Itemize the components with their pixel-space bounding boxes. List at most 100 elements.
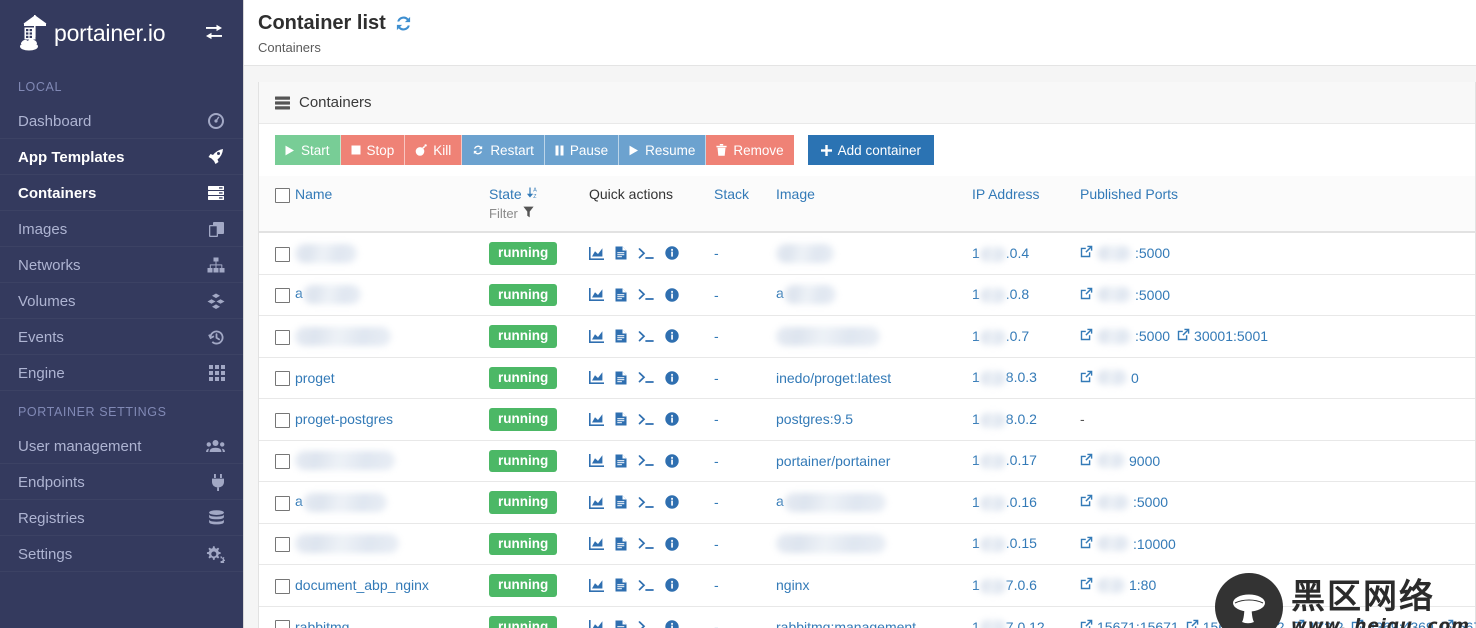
image-cell[interactable]: postgres:9.5 bbox=[776, 398, 972, 441]
row-checkbox[interactable] bbox=[275, 537, 290, 553]
logs-file-icon[interactable] bbox=[615, 288, 627, 302]
console-prompt-icon[interactable] bbox=[638, 496, 654, 509]
table-row[interactable]: running - portainer/portainer 1 .0.17 9000 bbox=[259, 440, 1475, 483]
stop-button[interactable]: Stop bbox=[340, 135, 406, 165]
name-cell[interactable] bbox=[295, 523, 489, 566]
image-cell[interactable]: nginx bbox=[776, 564, 972, 607]
published-port-link[interactable]: :10000 bbox=[1080, 536, 1176, 552]
add-container-button[interactable]: Add container bbox=[807, 135, 934, 165]
sidebar-item-dashboard[interactable]: Dashboard bbox=[0, 103, 243, 139]
image-name[interactable]: portainer/portainer bbox=[776, 453, 890, 469]
logs-file-icon[interactable] bbox=[615, 454, 627, 468]
table-row[interactable]: a running - a 1.0.16:5000 bbox=[259, 481, 1475, 524]
inspect-info-icon[interactable] bbox=[665, 412, 679, 427]
column-header-stack[interactable]: Stack bbox=[714, 176, 776, 233]
row-checkbox[interactable] bbox=[275, 620, 290, 628]
inspect-info-icon[interactable] bbox=[665, 454, 679, 468]
pause-button[interactable]: Pause bbox=[544, 135, 620, 165]
name-cell[interactable]: a bbox=[295, 481, 489, 524]
refresh-icon[interactable] bbox=[394, 14, 413, 33]
restart-button[interactable]: Restart bbox=[462, 135, 545, 165]
sidebar-item-images[interactable]: Images bbox=[0, 211, 243, 247]
image-cell[interactable]: rabbitmq:management bbox=[776, 606, 972, 628]
published-port-link[interactable]: 30001:5001 bbox=[1177, 328, 1268, 344]
published-port-link[interactable]: 5671:56 bbox=[1441, 619, 1476, 628]
published-port-link[interactable]: :5000 bbox=[1080, 494, 1168, 510]
stats-chart-icon[interactable] bbox=[589, 620, 604, 628]
stats-chart-icon[interactable] bbox=[589, 371, 604, 385]
image-cell[interactable]: portainer/portainer bbox=[776, 440, 972, 483]
sidebar-item-user-management[interactable]: User management bbox=[0, 428, 243, 464]
image-name[interactable]: postgres:9.5 bbox=[776, 411, 853, 427]
container-name[interactable]: proget-postgres bbox=[295, 411, 393, 427]
row-checkbox[interactable] bbox=[275, 454, 290, 470]
console-prompt-icon[interactable] bbox=[638, 247, 654, 260]
logs-file-icon[interactable] bbox=[615, 329, 627, 343]
inspect-info-icon[interactable] bbox=[665, 620, 679, 628]
inspect-info-icon[interactable] bbox=[665, 371, 679, 385]
inspect-info-icon[interactable] bbox=[665, 537, 679, 551]
published-port-link[interactable]: 0 bbox=[1080, 370, 1139, 386]
published-port-link[interactable]: 4369:4369 bbox=[1351, 619, 1434, 628]
image-cell[interactable]: inedo/proget:latest bbox=[776, 357, 972, 400]
logs-file-icon[interactable] bbox=[615, 495, 627, 509]
image-name[interactable]: inedo/proget:latest bbox=[776, 370, 891, 386]
stats-chart-icon[interactable] bbox=[589, 454, 604, 468]
published-port-link[interactable]: 15671:15671 bbox=[1080, 619, 1179, 628]
endpoint-switch-icon[interactable] bbox=[203, 22, 225, 44]
row-checkbox[interactable] bbox=[275, 578, 290, 594]
inspect-info-icon[interactable] bbox=[665, 288, 679, 302]
sidebar-item-endpoints[interactable]: Endpoints bbox=[0, 464, 243, 500]
name-cell[interactable]: a bbox=[295, 274, 489, 317]
table-row[interactable]: a running - a 1.0.8:5000 bbox=[259, 274, 1475, 317]
table-row[interactable]: rabbitmq running - rabbitmq:management 1 7.0.… bbox=[259, 606, 1476, 628]
image-cell[interactable]: a bbox=[776, 481, 972, 524]
table-row[interactable]: proget running - inedo/proget:latest 1 8.0.3 0 bbox=[259, 357, 1475, 400]
published-port-link[interactable]: 1:80 bbox=[1080, 577, 1156, 593]
name-cell[interactable]: proget-postgres bbox=[295, 398, 489, 441]
image-name[interactable]: rabbitmq:management bbox=[776, 619, 916, 628]
image-cell[interactable]: a bbox=[776, 274, 972, 317]
table-row[interactable]: running - 1 .0.7:5000 30001:5001 bbox=[259, 315, 1475, 358]
row-checkbox[interactable] bbox=[275, 246, 290, 262]
console-prompt-icon[interactable] bbox=[638, 537, 654, 550]
row-checkbox[interactable] bbox=[275, 288, 290, 304]
table-row[interactable]: running - 1 .0.15:10000 bbox=[259, 523, 1475, 566]
image-cell[interactable] bbox=[776, 315, 972, 358]
console-prompt-icon[interactable] bbox=[638, 454, 654, 467]
console-prompt-icon[interactable] bbox=[638, 371, 654, 384]
sidebar-item-registries[interactable]: Registries bbox=[0, 500, 243, 536]
name-cell[interactable] bbox=[295, 315, 489, 358]
logs-file-icon[interactable] bbox=[615, 246, 627, 260]
name-cell[interactable]: document_abp_nginx bbox=[295, 564, 489, 607]
inspect-info-icon[interactable] bbox=[665, 246, 679, 260]
stats-chart-icon[interactable] bbox=[589, 578, 604, 592]
image-cell[interactable] bbox=[776, 523, 972, 566]
remove-button[interactable]: Remove bbox=[706, 135, 794, 165]
kill-button[interactable]: Kill bbox=[405, 135, 463, 165]
logs-file-icon[interactable] bbox=[615, 578, 627, 592]
stats-chart-icon[interactable] bbox=[589, 329, 604, 343]
published-port-link[interactable]: :5000 bbox=[1080, 287, 1170, 303]
table-row[interactable]: running - 1 .0.4:5000 bbox=[259, 232, 1475, 275]
published-port-link[interactable]: :5000 bbox=[1080, 328, 1170, 344]
stats-chart-icon[interactable] bbox=[589, 412, 604, 426]
logs-file-icon[interactable] bbox=[615, 412, 627, 426]
inspect-info-icon[interactable] bbox=[665, 578, 679, 593]
table-row[interactable]: document_abp_nginx running - nginx 1 7.0.6 1:8… bbox=[259, 564, 1475, 607]
name-cell[interactable] bbox=[295, 232, 489, 275]
breadcrumb[interactable]: Containers bbox=[258, 40, 1476, 55]
image-name[interactable]: nginx bbox=[776, 577, 809, 593]
state-sort-control[interactable]: State AZ bbox=[489, 186, 585, 202]
logs-file-icon[interactable] bbox=[615, 620, 627, 628]
sidebar-item-networks[interactable]: Networks bbox=[0, 247, 243, 283]
sidebar-item-events[interactable]: Events bbox=[0, 319, 243, 355]
name-cell[interactable]: proget bbox=[295, 357, 489, 400]
inspect-info-icon[interactable] bbox=[665, 329, 679, 343]
start-button[interactable]: Start bbox=[275, 135, 341, 165]
row-checkbox[interactable] bbox=[275, 495, 290, 511]
resume-button[interactable]: Resume bbox=[619, 135, 707, 165]
inspect-info-icon[interactable] bbox=[665, 495, 679, 510]
sidebar-item-app-templates[interactable]: App Templates bbox=[0, 139, 243, 175]
sidebar-item-containers[interactable]: Containers bbox=[0, 175, 243, 211]
